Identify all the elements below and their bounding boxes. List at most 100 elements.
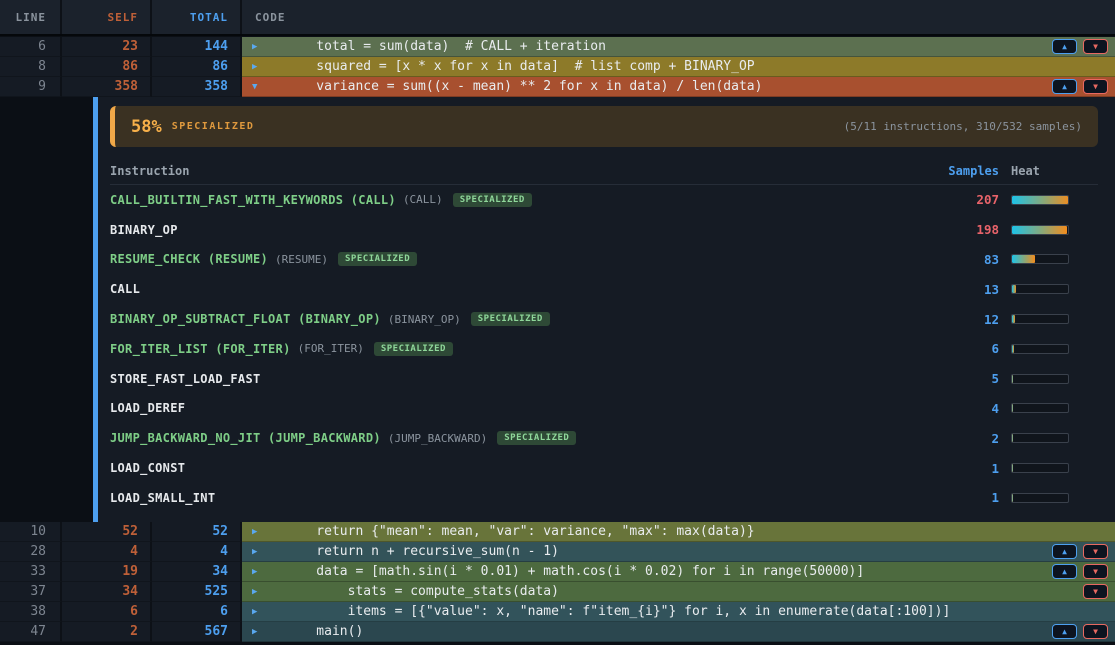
instruction-row: LOAD_CONST 1 [110, 453, 1098, 483]
self-samples: 19 [62, 562, 152, 582]
heat-bar [1011, 463, 1069, 473]
code-row-line-37[interactable]: 37 34 525 ▶ stats = compute_stats(data) … [0, 582, 1115, 602]
heat-bar [1011, 493, 1069, 503]
instruction-row: CALL 13 [110, 274, 1098, 304]
total-samples: 86 [152, 57, 242, 77]
expand-arrow-icon[interactable]: ▶ [252, 527, 285, 537]
line-number: 9 [0, 77, 62, 97]
jump-prev-button[interactable]: ▲ [1052, 564, 1077, 579]
jump-next-button[interactable]: ▼ [1083, 79, 1108, 94]
heat-bar-fill [1012, 196, 1069, 204]
expand-arrow-icon[interactable]: ▶ [252, 62, 285, 72]
expand-arrow-icon[interactable]: ▶ [252, 627, 285, 637]
column-header-line: LINE [0, 0, 62, 34]
expand-arrow-icon[interactable]: ▶ [252, 42, 285, 52]
instruction-name: CALL_BUILTIN_FAST_WITH_KEYWORDS (CALL) [110, 193, 396, 207]
instruction-row: RESUME_CHECK (RESUME) (RESUME) SPECIALIZ… [110, 245, 1098, 275]
code-row-line-9[interactable]: 9 358 358 ▼ variance = sum((x - mean) **… [0, 77, 1115, 97]
line-number: 6 [0, 37, 62, 57]
instruction-samples: 198 [939, 222, 999, 237]
jump-next-button[interactable]: ▼ [1083, 624, 1108, 639]
instruction-samples: 6 [939, 341, 999, 356]
code-cell: ▶ items = [{"value": x, "name": f"item_{… [242, 602, 1115, 622]
self-samples: 358 [62, 77, 152, 97]
instruction-name: STORE_FAST_LOAD_FAST [110, 372, 261, 386]
instruction-table-header: Instruction Samples Heat [110, 163, 1098, 178]
instruction-base-opcode: (CALL) [403, 193, 443, 206]
total-samples: 4 [152, 542, 242, 562]
specialized-badge: SPECIALIZED [374, 342, 453, 356]
instruction-samples: 5 [939, 371, 999, 386]
instruction-samples: 83 [939, 252, 999, 267]
line-number: 28 [0, 542, 62, 562]
expand-arrow-icon[interactable]: ▶ [252, 587, 285, 597]
column-header-self[interactable]: SELF [62, 0, 152, 34]
expand-arrow-icon[interactable]: ▶ [252, 567, 285, 577]
code-text: data = [math.sin(i * 0.01) + math.cos(i … [285, 564, 864, 579]
line-number: 37 [0, 582, 62, 602]
code-row-line-6[interactable]: 6 23 144 ▶ total = sum(data) # CALL + it… [0, 37, 1115, 57]
code-cell: ▶ return n + recursive_sum(n - 1) ▲ ▼ [242, 542, 1115, 562]
jump-next-button[interactable]: ▼ [1083, 39, 1108, 54]
heat-bar [1011, 254, 1069, 264]
total-samples: 34 [152, 562, 242, 582]
instruction-base-opcode: (JUMP_BACKWARD) [388, 432, 487, 445]
collapse-arrow-icon[interactable]: ▼ [252, 82, 285, 92]
instruction-samples: 207 [939, 192, 999, 207]
heat-bar-fill [1012, 345, 1014, 353]
line-number: 47 [0, 622, 62, 642]
code-cell: ▶ main() ▲ ▼ [242, 622, 1115, 642]
code-text: items = [{"value": x, "name": f"item_{i}… [285, 604, 950, 619]
code-row-line-28[interactable]: 28 4 4 ▶ return n + recursive_sum(n - 1)… [0, 542, 1115, 562]
self-samples: 2 [62, 622, 152, 642]
code-cell: ▶ stats = compute_stats(data) ▼ [242, 582, 1115, 602]
jump-next-button[interactable]: ▼ [1083, 564, 1108, 579]
total-samples: 144 [152, 37, 242, 57]
jump-prev-button[interactable]: ▲ [1052, 39, 1077, 54]
instruction-row: LOAD_SMALL_INT 1 [110, 483, 1098, 513]
code-row-line-47[interactable]: 47 2 567 ▶ main() ▲ ▼ [0, 622, 1115, 642]
instruction-row: LOAD_DEREF 4 [110, 394, 1098, 424]
heat-bar [1011, 195, 1069, 205]
code-row-line-33[interactable]: 33 19 34 ▶ data = [math.sin(i * 0.01) + … [0, 562, 1115, 582]
code-text: stats = compute_stats(data) [285, 584, 559, 599]
heat-bar-fill [1012, 494, 1013, 502]
total-samples: 52 [152, 522, 242, 542]
expand-arrow-icon[interactable]: ▶ [252, 607, 285, 617]
total-samples: 525 [152, 582, 242, 602]
column-header-total[interactable]: TOTAL [152, 0, 242, 34]
instruction-base-opcode: (FOR_ITER) [298, 342, 364, 355]
expand-arrow-icon[interactable]: ▶ [252, 547, 285, 557]
jump-next-button[interactable]: ▼ [1083, 584, 1108, 599]
instruction-samples: 1 [939, 461, 999, 476]
self-samples: 86 [62, 57, 152, 77]
jump-prev-button[interactable]: ▲ [1052, 624, 1077, 639]
code-cell: ▼ variance = sum((x - mean) ** 2 for x i… [242, 77, 1115, 97]
heat-bar-fill [1012, 226, 1067, 234]
code-cell: ▶ data = [math.sin(i * 0.01) + math.cos(… [242, 562, 1115, 582]
heat-bar [1011, 284, 1069, 294]
instruction-name: BINARY_OP_SUBTRACT_FLOAT (BINARY_OP) [110, 312, 381, 326]
instruction-column-header: Instruction [110, 164, 189, 178]
total-samples: 358 [152, 77, 242, 97]
specialized-badge: SPECIALIZED [497, 431, 576, 445]
instruction-samples: 2 [939, 431, 999, 446]
code-row-line-8[interactable]: 8 86 86 ▶ squared = [x * x for x in data… [0, 57, 1115, 77]
specialized-label: SPECIALIZED [172, 121, 255, 132]
instruction-base-opcode: (BINARY_OP) [388, 313, 461, 326]
code-row-line-10[interactable]: 10 52 52 ▶ return {"mean": mean, "var": … [0, 522, 1115, 542]
instruction-row: CALL_BUILTIN_FAST_WITH_KEYWORDS (CALL) (… [110, 185, 1098, 215]
instruction-row: STORE_FAST_LOAD_FAST 5 [110, 364, 1098, 394]
instruction-name: LOAD_CONST [110, 461, 185, 475]
jump-prev-button[interactable]: ▲ [1052, 544, 1077, 559]
line-number: 33 [0, 562, 62, 582]
profiler-window: LINE SELF TOTAL CODE 6 23 144 ▶ total = … [0, 0, 1115, 645]
code-row-line-38[interactable]: 38 6 6 ▶ items = [{"value": x, "name": f… [0, 602, 1115, 622]
line-number: 10 [0, 522, 62, 542]
instruction-detail-panel: 58% SPECIALIZED (5/11 instructions, 310/… [0, 97, 1115, 522]
heat-bar-fill [1012, 404, 1013, 412]
jump-next-button[interactable]: ▼ [1083, 544, 1108, 559]
samples-column-header[interactable]: Samples [939, 164, 999, 178]
jump-prev-button[interactable]: ▲ [1052, 79, 1077, 94]
line-number: 38 [0, 602, 62, 622]
